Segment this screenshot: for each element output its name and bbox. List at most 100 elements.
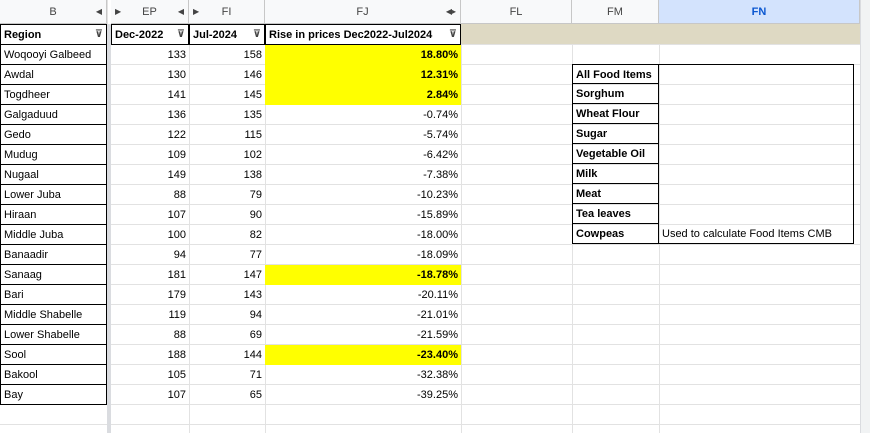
value-cell[interactable] [659,164,854,184]
header-dec-2022[interactable]: Dec-2022 ⊽ [111,24,189,45]
rise-cell[interactable]: -5.74% [265,125,461,145]
rise-cell[interactable]: 18.80% [265,45,461,65]
dec-2022-cell[interactable]: 130 [111,65,189,85]
food-item-label[interactable]: Cowpeas [572,224,659,244]
filter-icon[interactable]: ⊽ [95,25,103,44]
value-cell[interactable] [659,104,854,124]
col-header-fi[interactable]: ▶ FI [189,0,265,24]
food-item-label[interactable]: Milk [572,164,659,184]
rise-cell[interactable]: -18.78% [265,265,461,285]
rise-cell[interactable]: -20.11% [265,285,461,305]
filter-icon[interactable]: ⊽ [177,25,185,44]
region-cell[interactable]: Bay [0,385,107,405]
jul-2024-cell[interactable]: 65 [189,385,265,405]
food-item-label[interactable]: All Food Items [572,64,659,84]
region-cell[interactable]: Nugaal [0,165,107,185]
rise-cell[interactable]: -21.01% [265,305,461,325]
dec-2022-cell[interactable]: 107 [111,205,189,225]
jul-2024-cell[interactable]: 94 [189,305,265,325]
jul-2024-cell[interactable]: 69 [189,325,265,345]
region-cell[interactable]: Gedo [0,125,107,145]
dec-2022-cell[interactable]: 88 [111,185,189,205]
value-cell[interactable] [659,204,854,224]
dec-2022-cell[interactable]: 107 [111,385,189,405]
rise-cell[interactable]: -32.38% [265,365,461,385]
dec-2022-cell[interactable]: 119 [111,305,189,325]
vertical-scrollbar[interactable] [860,0,870,433]
expand-right-icon[interactable]: ▶ [115,0,121,24]
region-cell[interactable]: Sool [0,345,107,365]
value-cell[interactable] [659,124,854,144]
col-header-fn[interactable]: FN [659,0,860,24]
dec-2022-cell[interactable]: 188 [111,345,189,365]
header-rise[interactable]: Rise in prices Dec2022-Jul2024 ⊽ [265,24,461,45]
value-cell[interactable] [659,84,854,104]
region-cell[interactable]: Galgaduud [0,105,107,125]
food-item-label[interactable]: Tea leaves [572,204,659,224]
collapse-left-icon[interactable]: ◀ [96,0,102,24]
rise-cell[interactable]: -18.00% [265,225,461,245]
value-cell[interactable] [659,64,854,84]
dec-2022-cell[interactable]: 149 [111,165,189,185]
collapse-left-icon[interactable]: ◀▸ [446,0,456,24]
jul-2024-cell[interactable]: 135 [189,105,265,125]
dec-2022-cell[interactable]: 136 [111,105,189,125]
jul-2024-cell[interactable]: 146 [189,65,265,85]
jul-2024-cell[interactable]: 71 [189,365,265,385]
col-header-b[interactable]: B ◀ [0,0,107,24]
jul-2024-cell[interactable]: 143 [189,285,265,305]
food-item-label[interactable]: Meat [572,184,659,204]
header-region[interactable]: Region ⊽ [0,24,107,45]
col-header-fm[interactable]: FM [572,0,659,24]
food-item-label[interactable]: Wheat Flour [572,104,659,124]
rise-cell[interactable]: 12.31% [265,65,461,85]
dec-2022-cell[interactable]: 179 [111,285,189,305]
food-item-label[interactable]: Vegetable Oil [572,144,659,164]
header-jul-2024[interactable]: Jul-2024 ⊽ [189,24,265,45]
rise-cell[interactable]: 2.84% [265,85,461,105]
jul-2024-cell[interactable]: 147 [189,265,265,285]
region-cell[interactable]: Togdheer [0,85,107,105]
value-cell[interactable] [659,184,854,204]
food-item-label[interactable]: Sorghum [572,84,659,104]
rise-cell[interactable]: -10.23% [265,185,461,205]
region-cell[interactable]: Mudug [0,145,107,165]
jul-2024-cell[interactable]: 90 [189,205,265,225]
region-cell[interactable]: Bakool [0,365,107,385]
collapse-left-icon[interactable]: ◀ [178,0,184,24]
note-cell[interactable]: Used to calculate Food Items CMB [659,224,854,244]
dec-2022-cell[interactable]: 109 [111,145,189,165]
region-cell[interactable]: Banaadir [0,245,107,265]
dec-2022-cell[interactable]: 88 [111,325,189,345]
jul-2024-cell[interactable]: 77 [189,245,265,265]
rise-cell[interactable]: -6.42% [265,145,461,165]
rise-cell[interactable]: -23.40% [265,345,461,365]
rise-cell[interactable]: -15.89% [265,205,461,225]
region-cell[interactable]: Awdal [0,65,107,85]
dec-2022-cell[interactable]: 100 [111,225,189,245]
region-cell[interactable]: Sanaag [0,265,107,285]
jul-2024-cell[interactable]: 144 [189,345,265,365]
rise-cell[interactable]: -18.09% [265,245,461,265]
food-item-label[interactable]: Sugar [572,124,659,144]
value-cell[interactable] [659,144,854,164]
region-cell[interactable]: Middle Juba [0,225,107,245]
jul-2024-cell[interactable]: 82 [189,225,265,245]
expand-right-icon[interactable]: ▶ [193,0,199,24]
region-cell[interactable]: Woqooyi Galbeed [0,45,107,65]
col-header-ep[interactable]: ▶ EP ◀ [111,0,189,24]
region-cell[interactable]: Hiraan [0,205,107,225]
jul-2024-cell[interactable]: 138 [189,165,265,185]
jul-2024-cell[interactable]: 158 [189,45,265,65]
col-header-fl[interactable]: FL [461,0,572,24]
region-cell[interactable]: Bari [0,285,107,305]
rise-cell[interactable]: -39.25% [265,385,461,405]
rise-cell[interactable]: -21.59% [265,325,461,345]
dec-2022-cell[interactable]: 181 [111,265,189,285]
jul-2024-cell[interactable]: 145 [189,85,265,105]
dec-2022-cell[interactable]: 105 [111,365,189,385]
dec-2022-cell[interactable]: 133 [111,45,189,65]
rise-cell[interactable]: -0.74% [265,105,461,125]
region-cell[interactable]: Lower Shabelle [0,325,107,345]
dec-2022-cell[interactable]: 122 [111,125,189,145]
